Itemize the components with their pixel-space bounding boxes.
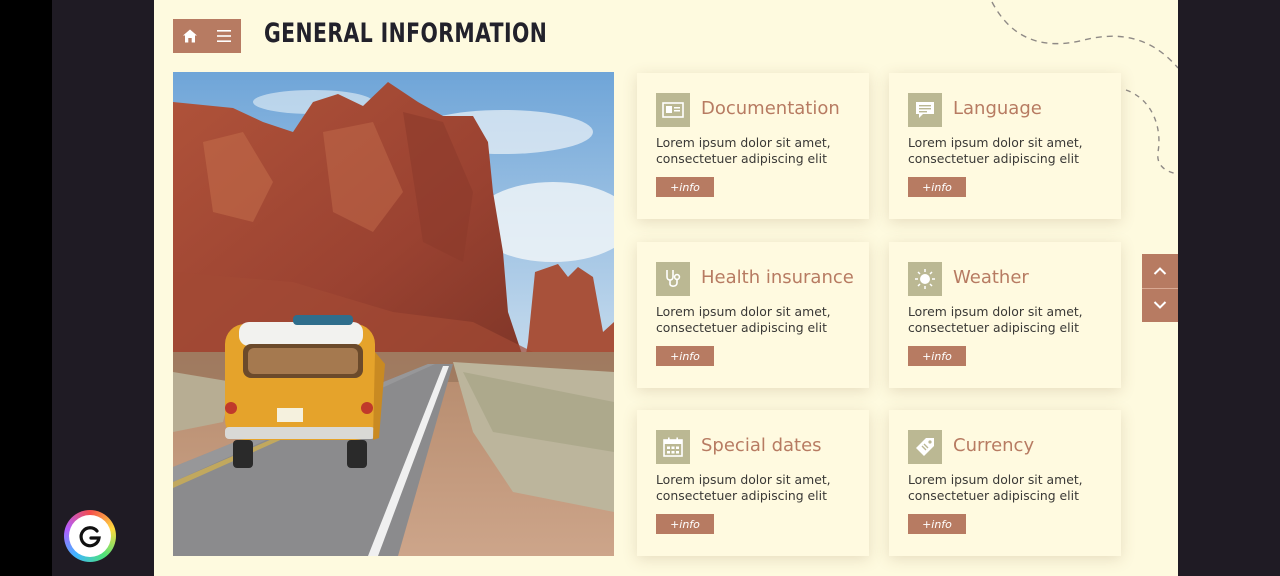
card-description: Lorem ipsum dolor sit amet, consectetuer… — [908, 304, 1083, 335]
card-title: Special dates — [701, 435, 822, 456]
more-info-button[interactable]: +info — [908, 177, 966, 197]
more-info-button[interactable]: +info — [908, 514, 966, 534]
van-canyon-illustration — [173, 72, 614, 556]
more-info-button[interactable]: +info — [656, 177, 714, 197]
card-title: Language — [953, 98, 1042, 119]
card-special-dates: Special dates Lorem ipsum dolor sit amet… — [637, 410, 869, 556]
home-button[interactable] — [173, 19, 207, 53]
card-language: Language Lorem ipsum dolor sit amet, con… — [889, 73, 1121, 219]
card-description: Lorem ipsum dolor sit amet, consectetuer… — [656, 304, 831, 335]
card-description: Lorem ipsum dolor sit amet, consectetuer… — [656, 472, 831, 503]
card-currency: Currency Lorem ipsum dolor sit amet, con… — [889, 410, 1121, 556]
chevron-up-icon — [1153, 266, 1167, 275]
more-info-button[interactable]: +info — [908, 346, 966, 366]
card-title: Health insurance — [701, 267, 854, 288]
menu-icon — [217, 30, 231, 42]
home-icon — [183, 29, 197, 43]
left-frame-bar — [0, 0, 52, 576]
scroll-down-button[interactable] — [1142, 288, 1178, 322]
card-documentation: Documentation Lorem ipsum dolor sit amet… — [637, 73, 869, 219]
id-card-icon — [656, 93, 690, 127]
scroll-controls — [1142, 254, 1178, 322]
card-weather: Weather Lorem ipsum dolor sit amet, cons… — [889, 242, 1121, 388]
card-description: Lorem ipsum dolor sit amet, consectetuer… — [656, 135, 831, 166]
swirl-icon — [79, 526, 101, 548]
chat-bubble-icon — [908, 93, 942, 127]
chevron-down-icon — [1153, 301, 1167, 310]
card-description: Lorem ipsum dolor sit amet, consectetuer… — [908, 135, 1083, 166]
card-description: Lorem ipsum dolor sit amet, consectetuer… — [908, 472, 1083, 503]
sun-icon — [908, 262, 942, 296]
card-title: Weather — [953, 267, 1029, 288]
card-title: Currency — [953, 435, 1035, 456]
right-letterbox — [1178, 0, 1280, 576]
card-title: Documentation — [701, 98, 840, 119]
money-tag-icon — [908, 430, 942, 464]
nav-toolbar — [173, 19, 241, 53]
calendar-icon — [656, 430, 690, 464]
slide: GENERAL INFORMATION Documentation Lorem … — [154, 0, 1178, 576]
left-letterbox — [52, 0, 154, 576]
stethoscope-icon — [656, 262, 690, 296]
more-info-button[interactable]: +info — [656, 346, 714, 366]
page-title: GENERAL INFORMATION — [264, 18, 548, 49]
screen-recorder-logo[interactable] — [64, 510, 116, 562]
menu-button[interactable] — [207, 19, 241, 53]
road-trip-photo — [173, 72, 614, 556]
more-info-button[interactable]: +info — [656, 514, 714, 534]
scroll-up-button[interactable] — [1142, 254, 1178, 288]
card-health-insurance: Health insurance Lorem ipsum dolor sit a… — [637, 242, 869, 388]
logo-inner — [69, 515, 111, 557]
